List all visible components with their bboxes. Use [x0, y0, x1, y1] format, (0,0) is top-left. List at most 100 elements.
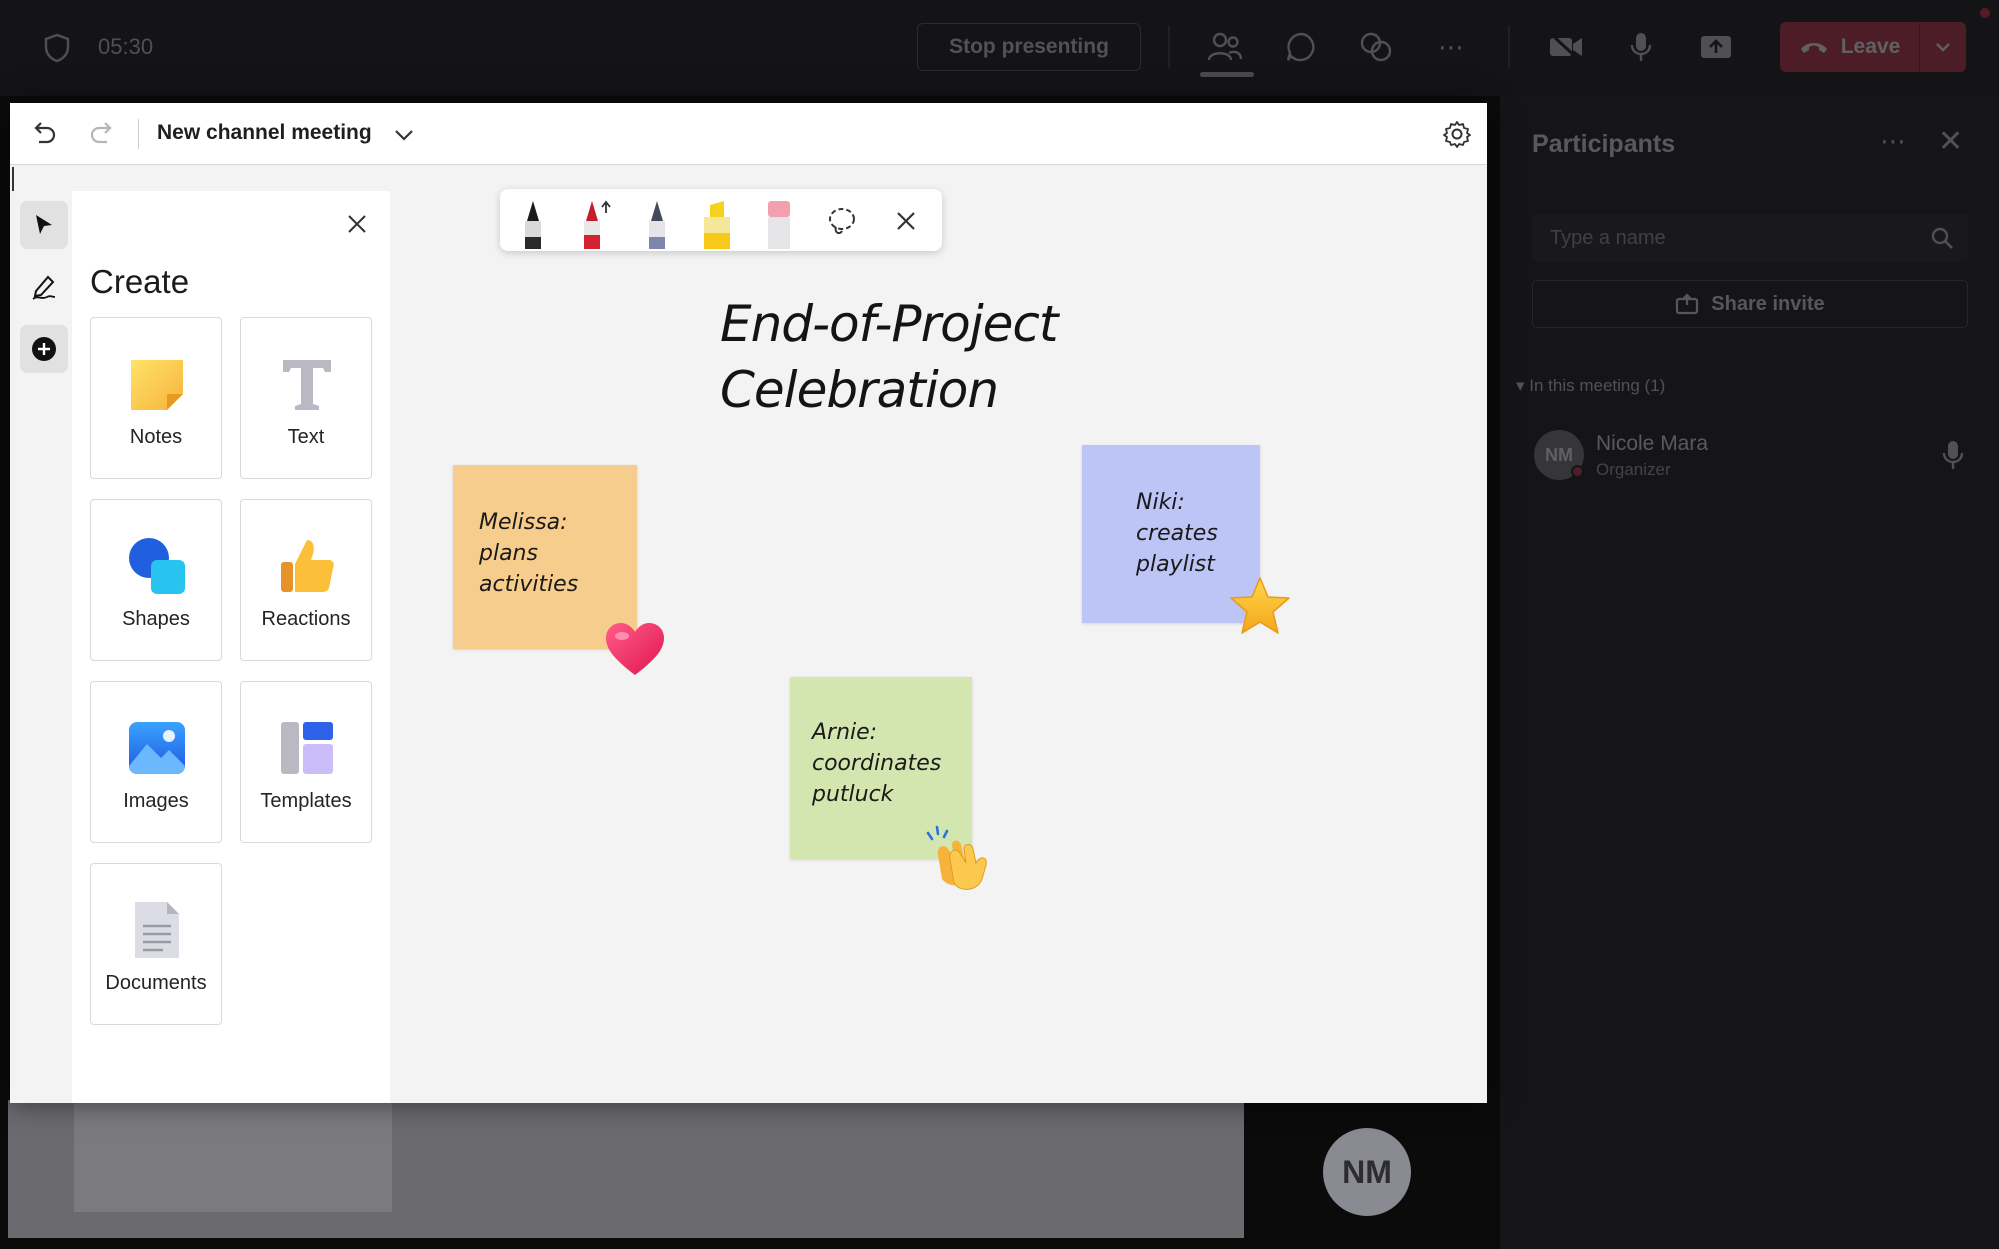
tile-label: Text	[287, 426, 325, 448]
more-options-icon[interactable]: ⋯	[1432, 28, 1470, 66]
note-line: activities	[479, 572, 579, 597]
stop-presenting-button[interactable]: Stop presenting	[917, 23, 1141, 71]
note-line: Arnie:	[812, 720, 878, 745]
gear-icon[interactable]	[1442, 119, 1472, 149]
note-line: plans	[479, 541, 538, 566]
yellow-highlighter-icon[interactable]	[700, 199, 734, 249]
image-icon	[129, 722, 185, 774]
clapping-hands-icon[interactable]	[924, 825, 994, 891]
board-title-line: End-of-Project	[720, 295, 1058, 353]
create-panel: Create Notes Text Shapes Reactions Image…	[72, 191, 390, 1103]
participants-title: Participants	[1532, 130, 1676, 158]
whiteboard-header: New channel meeting	[10, 103, 1487, 165]
tile-label: Shapes	[122, 608, 190, 630]
blue-pen-icon[interactable]	[640, 199, 674, 249]
inking-toolbar	[500, 189, 942, 251]
close-icon[interactable]: ✕	[1938, 124, 1963, 159]
reactions-icon[interactable]	[1357, 28, 1395, 66]
search-placeholder: Type a name	[1550, 226, 1666, 249]
search-icon	[1931, 227, 1953, 249]
tile-label: Documents	[105, 972, 207, 994]
close-icon[interactable]	[892, 207, 920, 235]
avatar-initials: NM	[1545, 444, 1573, 465]
note-line: putluck	[812, 782, 894, 807]
documents-tile[interactable]: Documents	[90, 863, 222, 1025]
section-label: In this meeting (1)	[1529, 376, 1666, 395]
templates-tile[interactable]: Templates	[240, 681, 372, 843]
undo-icon[interactable]	[28, 119, 58, 149]
notification-dot	[1980, 8, 1990, 18]
stage-panel-ghost	[74, 1100, 392, 1212]
chevron-down-icon: ▾	[1516, 376, 1530, 395]
pointer-icon	[36, 215, 52, 234]
phone-hangup-icon	[1800, 43, 1827, 53]
note-line: Melissa:	[479, 510, 568, 535]
share-invite-button[interactable]: Share invite	[1532, 280, 1968, 328]
note-line: creates	[1136, 521, 1218, 546]
whiteboard-canvas[interactable]: End-of-Project Celebration Melissa: plan…	[390, 165, 1487, 1103]
heart-icon[interactable]	[604, 621, 666, 677]
board-title[interactable]: End-of-Project Celebration	[720, 291, 1120, 423]
note-line: Niki:	[1136, 490, 1185, 515]
status-badge	[1571, 465, 1584, 478]
note-line: playlist	[1136, 552, 1215, 577]
plus-circle-icon	[32, 337, 56, 361]
camera-off-icon[interactable]	[1547, 28, 1585, 66]
whiteboard-window: New channel meeting Create Notes Text Sh…	[10, 103, 1487, 1103]
meeting-toolbar: 05:30 Stop presenting ⋯ Leave	[0, 0, 1999, 96]
red-pen-icon[interactable]	[578, 199, 612, 249]
shared-stage-background	[8, 1100, 1244, 1238]
tile-label: Reactions	[261, 608, 351, 630]
participant-name: Nicole Mara	[1596, 432, 1709, 455]
eraser-icon[interactable]	[762, 199, 796, 249]
meeting-timer: 05:30	[98, 34, 154, 59]
leave-label: Leave	[1840, 35, 1901, 58]
microphone-icon[interactable]	[1622, 28, 1660, 66]
shapes-tile[interactable]: Shapes	[90, 499, 222, 661]
star-icon[interactable]	[1228, 575, 1292, 637]
templates-icon	[281, 722, 333, 774]
reactions-tile[interactable]: Reactions	[240, 499, 372, 661]
shield-icon	[44, 33, 70, 63]
redo-icon[interactable]	[88, 119, 118, 149]
meeting-title[interactable]: New channel meeting	[157, 121, 372, 145]
shapes-icon	[129, 538, 185, 594]
more-options-icon[interactable]: ⋯	[1880, 126, 1906, 157]
images-tile[interactable]: Images	[90, 681, 222, 843]
close-icon[interactable]	[342, 209, 372, 239]
participants-panel: Participants ⋯ ✕ Type a name Share invit…	[1500, 96, 1999, 1249]
in-meeting-section[interactable]: ▾ In this meeting (1)	[1516, 376, 1665, 396]
select-tool-button[interactable]	[20, 201, 68, 249]
people-icon[interactable]	[1206, 28, 1244, 66]
share-invite-label: Share invite	[1711, 292, 1825, 315]
chevron-down-icon[interactable]	[1920, 42, 1966, 52]
sticky-note-icon	[131, 360, 183, 410]
chat-icon[interactable]	[1282, 28, 1320, 66]
document-icon	[135, 902, 179, 958]
add-content-button[interactable]	[20, 325, 68, 373]
lasso-icon[interactable]	[826, 205, 858, 237]
share-screen-icon[interactable]	[1697, 28, 1735, 66]
stage-avatar: NM	[1323, 1128, 1411, 1216]
text-icon	[283, 360, 331, 410]
avatar[interactable]: NM	[1534, 430, 1584, 480]
tile-label: Notes	[129, 426, 183, 448]
participant-role: Organizer	[1596, 460, 1671, 479]
note-line: coordinates	[812, 751, 942, 776]
black-pen-icon[interactable]	[516, 199, 550, 249]
inking-tool-button[interactable]	[20, 263, 68, 311]
tool-rail	[14, 185, 72, 1103]
notes-tile[interactable]: Notes	[90, 317, 222, 479]
chevron-down-icon[interactable]	[393, 125, 415, 145]
tile-label: Templates	[260, 790, 352, 812]
text-tile[interactable]: Text	[240, 317, 372, 479]
microphone-icon[interactable]	[1942, 440, 1964, 470]
pen-icon	[32, 275, 56, 300]
share-invite-icon	[1676, 293, 1699, 315]
thumbs-up-icon	[281, 540, 334, 592]
leave-button[interactable]: Leave	[1780, 22, 1966, 72]
participant-search-input[interactable]: Type a name	[1532, 214, 1968, 262]
create-panel-title: Create	[90, 263, 190, 300]
board-title-line: Celebration	[720, 361, 999, 419]
tile-label: Images	[123, 790, 189, 812]
